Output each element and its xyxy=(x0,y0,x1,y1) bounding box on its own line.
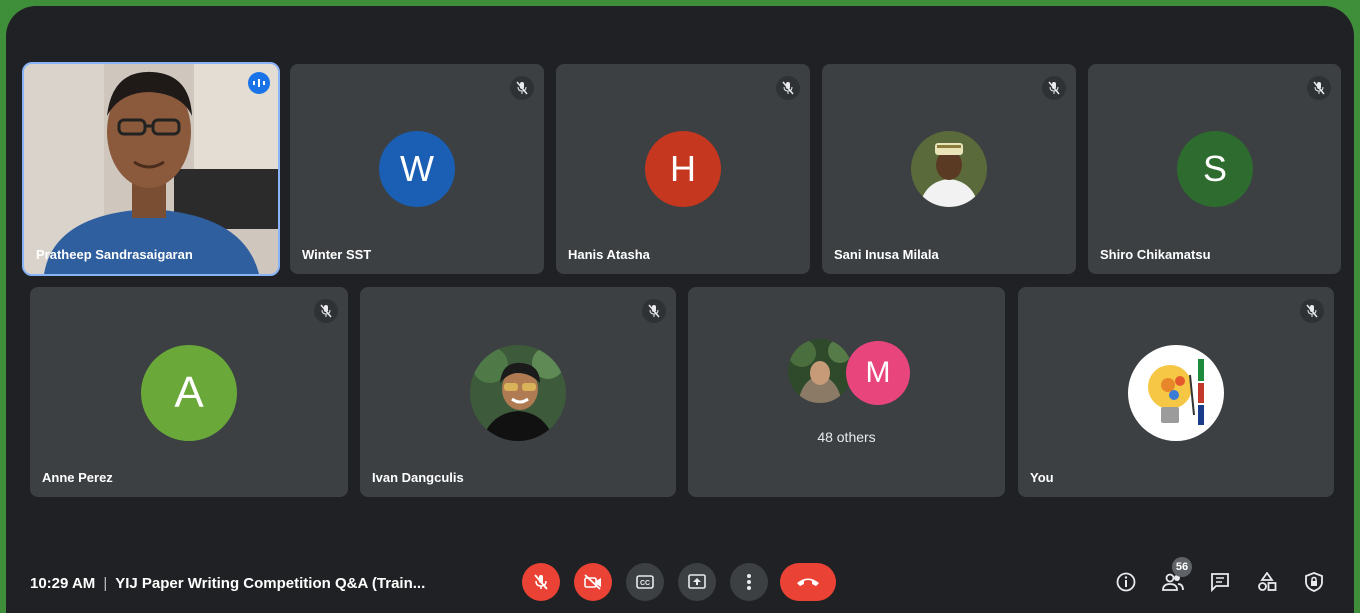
participant-tile[interactable]: A Anne Perez xyxy=(30,287,348,497)
participant-video xyxy=(24,64,278,274)
chat-button[interactable] xyxy=(1205,567,1235,597)
mic-off-icon xyxy=(1300,299,1324,323)
more-vert-icon xyxy=(747,574,751,590)
participant-tile[interactable]: S Shiro Chikamatsu xyxy=(1088,64,1341,274)
meeting-info-separator: | xyxy=(103,575,108,592)
others-avatar-photo xyxy=(788,339,852,403)
participant-name: Pratheep Sandrasaigaran xyxy=(36,247,193,262)
present-screen-button[interactable] xyxy=(678,563,716,601)
avatar-initial: H xyxy=(670,148,696,189)
info-icon xyxy=(1116,572,1136,592)
mic-off-icon xyxy=(510,76,534,100)
meeting-details-button[interactable] xyxy=(1111,567,1141,597)
participant-name: Ivan Dangculis xyxy=(372,470,464,485)
lightbulb-logo-icon xyxy=(1128,345,1224,441)
leave-call-button[interactable] xyxy=(780,563,836,601)
shield-lock-icon xyxy=(1305,572,1323,592)
avatar-initial: A xyxy=(174,368,204,417)
avatar: W xyxy=(379,131,455,207)
mic-off-icon xyxy=(314,299,338,323)
present-screen-icon xyxy=(688,574,706,589)
participant-tile-self[interactable]: You xyxy=(1018,287,1334,497)
participant-name: You xyxy=(1030,470,1054,485)
others-tile[interactable]: M 48 others xyxy=(688,287,1005,497)
activities-icon xyxy=(1258,572,1277,591)
mic-off-icon xyxy=(642,299,666,323)
captions-label: CC xyxy=(640,580,650,587)
avatar-initial: M xyxy=(865,356,891,389)
meet-window: Pratheep Sandrasaigaran W Winter SST H H… xyxy=(6,6,1354,613)
activities-button[interactable] xyxy=(1252,567,1282,597)
mic-toggle-button[interactable] xyxy=(522,563,560,601)
avatar: A xyxy=(141,345,237,441)
mic-off-icon xyxy=(534,574,548,590)
participant-tile[interactable]: W Winter SST xyxy=(290,64,544,274)
mic-off-icon xyxy=(1042,76,1066,100)
avatar-initial: S xyxy=(1202,148,1227,189)
mic-off-icon xyxy=(776,76,800,100)
host-controls-button[interactable] xyxy=(1299,567,1329,597)
chat-icon xyxy=(1211,573,1229,592)
avatar-photo xyxy=(470,345,566,441)
participant-name: Winter SST xyxy=(302,247,372,262)
people-button[interactable]: 56 xyxy=(1158,557,1192,597)
captions-icon: CC xyxy=(636,575,654,589)
avatar-initial: W xyxy=(400,148,434,189)
participant-tile[interactable]: H Hanis Atasha xyxy=(556,64,810,274)
mic-off-icon xyxy=(1307,76,1331,100)
captions-button[interactable]: CC xyxy=(626,563,664,601)
camera-off-icon xyxy=(584,574,601,590)
others-avatar: M xyxy=(846,341,910,405)
participant-tile[interactable]: Sani Inusa Milala xyxy=(822,64,1076,274)
bottom-control-bar: 10:29 AM | YIJ Paper Writing Competition Q… xyxy=(6,553,1354,613)
others-count-label: 48 others xyxy=(817,429,876,445)
participant-tile-active-speaker[interactable]: Pratheep Sandrasaigaran xyxy=(22,62,280,276)
more-options-button[interactable] xyxy=(730,563,768,601)
avatar-photo xyxy=(911,131,987,207)
participant-name: Shiro Chikamatsu xyxy=(1100,247,1211,262)
avatar: S xyxy=(1177,131,1253,207)
avatar: H xyxy=(645,131,721,207)
speaking-indicator-icon xyxy=(248,72,270,94)
end-call-icon xyxy=(797,578,819,586)
people-count-badge: 56 xyxy=(1172,557,1192,577)
meeting-time: 10:29 AM xyxy=(30,575,96,592)
meeting-title: YIJ Paper Writing Competition Q&A (Train… xyxy=(115,575,426,592)
participant-tile[interactable]: Ivan Dangculis xyxy=(360,287,676,497)
participant-name: Sani Inusa Milala xyxy=(834,247,939,262)
camera-toggle-button[interactable] xyxy=(574,563,612,601)
participant-name: Anne Perez xyxy=(42,470,113,485)
participant-name: Hanis Atasha xyxy=(568,247,650,262)
meeting-info: 10:29 AM | YIJ Paper Writing Competition Q… xyxy=(30,575,425,592)
